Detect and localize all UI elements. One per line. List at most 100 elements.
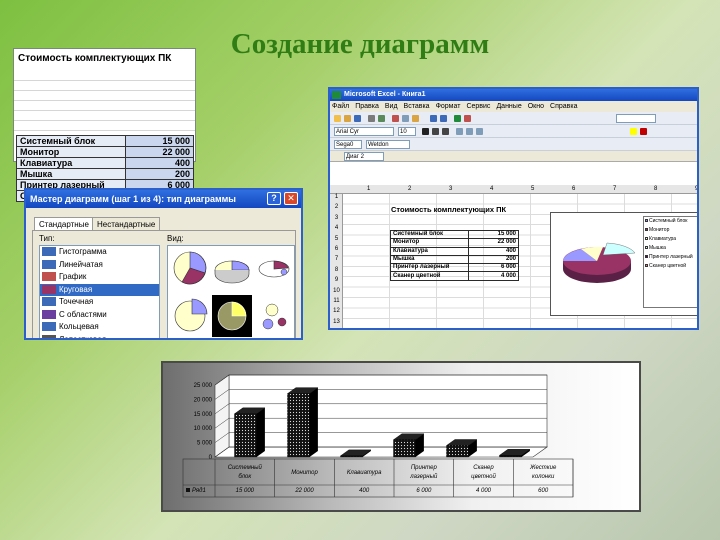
- column-header[interactable]: 6: [572, 185, 575, 194]
- align-left-icon[interactable]: [456, 128, 463, 135]
- chart-type-item[interactable]: Гистограмма: [40, 246, 159, 259]
- font-name-2-field[interactable]: Sega0: [334, 140, 362, 149]
- row-header[interactable]: 2: [330, 204, 343, 210]
- embedded-pie-chart[interactable]: Системный блок Монитор Клавиатура Мышка Прин…: [550, 212, 697, 316]
- fill-color-icon[interactable]: [630, 128, 637, 135]
- help-button[interactable]: ?: [267, 192, 281, 205]
- item-name: Мышка: [16, 168, 126, 180]
- legend-swatch: [645, 228, 648, 231]
- chart-type-label: С областями: [59, 309, 107, 319]
- menu-item[interactable]: Справка: [550, 103, 577, 110]
- open-folder-icon[interactable]: [344, 115, 351, 122]
- column-header[interactable]: 5: [531, 185, 534, 194]
- menu-item[interactable]: Окно: [528, 103, 544, 110]
- row-header[interactable]: 3: [330, 215, 343, 221]
- chart-type-item[interactable]: Кольцевая: [40, 321, 159, 334]
- legend-entry: Системный блок: [645, 218, 696, 224]
- chart-subtype-grid[interactable]: [167, 245, 295, 338]
- row-header[interactable]: 5: [330, 236, 343, 242]
- row-header[interactable]: 14: [330, 329, 343, 330]
- chart-type-item[interactable]: Круговая: [40, 283, 159, 296]
- copy-icon[interactable]: [402, 115, 409, 122]
- cell-value[interactable]: 22 000: [468, 238, 519, 248]
- font-color-icon[interactable]: [640, 128, 647, 135]
- row-header[interactable]: 6: [330, 246, 343, 252]
- zoom-field[interactable]: [616, 114, 656, 123]
- menu-item[interactable]: Вставка: [404, 103, 430, 110]
- menu-item[interactable]: Файл: [332, 103, 349, 110]
- row-header[interactable]: 8: [330, 267, 343, 273]
- bold-icon[interactable]: [422, 128, 429, 135]
- column-header[interactable]: 1: [367, 185, 370, 194]
- pie-view-6[interactable]: [262, 303, 287, 330]
- paste-icon[interactable]: [412, 115, 419, 122]
- column-header[interactable]: 7: [613, 185, 616, 194]
- menu-item[interactable]: Данные: [496, 103, 521, 110]
- excel-app-icon: [332, 91, 341, 99]
- row-header[interactable]: 11: [330, 298, 343, 304]
- column-header[interactable]: 2: [408, 185, 411, 194]
- worksheet[interactable]: 123456789 1234567891011121314 Стоимость …: [330, 185, 697, 330]
- row-header[interactable]: 7: [330, 256, 343, 262]
- underline-icon[interactable]: [442, 128, 449, 135]
- row-header[interactable]: 10: [330, 288, 343, 294]
- cut-icon[interactable]: [392, 115, 399, 122]
- pie-view-3[interactable]: [258, 260, 290, 278]
- cell-name[interactable]: Принтер лазерный: [390, 263, 469, 273]
- pie-view-1[interactable]: [173, 251, 207, 285]
- align-center-icon[interactable]: [466, 128, 473, 135]
- cell-value[interactable]: 15 000: [468, 229, 519, 240]
- column-header[interactable]: 4: [490, 185, 493, 194]
- tab-standard[interactable]: Стандартные: [34, 217, 94, 231]
- row-header[interactable]: 4: [330, 225, 343, 231]
- cell-name[interactable]: Системный блок: [390, 229, 469, 240]
- cell-value[interactable]: 6 000: [468, 263, 519, 273]
- pie-view-5-selected[interactable]: [212, 295, 252, 337]
- menu-item[interactable]: Вид: [385, 103, 398, 110]
- chart-type-item[interactable]: Лепестковая: [40, 334, 159, 338]
- column-header[interactable]: 9: [695, 185, 697, 194]
- cell-value[interactable]: 4 000: [468, 271, 519, 281]
- redo-icon[interactable]: [440, 115, 447, 122]
- chart-type-item[interactable]: Линейчатая: [40, 259, 159, 272]
- close-button[interactable]: ✕: [284, 192, 298, 205]
- column-header[interactable]: 3: [449, 185, 452, 194]
- cell-value[interactable]: 200: [468, 254, 519, 265]
- autosum-icon[interactable]: [454, 115, 461, 122]
- italic-icon[interactable]: [432, 128, 439, 135]
- chart-type-item[interactable]: Точечная: [40, 296, 159, 309]
- new-file-icon[interactable]: [334, 115, 341, 122]
- tab-custom[interactable]: Нестандартные: [92, 217, 161, 231]
- font-size-field[interactable]: 10: [398, 127, 416, 136]
- menu-item[interactable]: Правка: [355, 103, 379, 110]
- cell-grid[interactable]: Стоимость комплектующих ПК Системный бло…: [343, 194, 697, 328]
- align-right-icon[interactable]: [476, 128, 483, 135]
- cell-name[interactable]: Мышка: [390, 254, 469, 265]
- save-icon[interactable]: [354, 115, 361, 122]
- chart-type-list[interactable]: Гистограмма Линейчатая График Круговая Точеч…: [39, 245, 160, 338]
- row-header[interactable]: 12: [330, 308, 343, 314]
- row-header[interactable]: 13: [330, 319, 343, 325]
- undo-icon[interactable]: [430, 115, 437, 122]
- preview-icon[interactable]: [378, 115, 385, 122]
- row-header[interactable]: 9: [330, 277, 343, 283]
- item-cost: 15 000: [125, 135, 194, 147]
- row-header[interactable]: 1: [330, 194, 343, 200]
- cell-value[interactable]: 400: [468, 246, 519, 256]
- print-icon[interactable]: [368, 115, 375, 122]
- font-name-3-field[interactable]: Wetdon: [366, 140, 410, 149]
- chart-type-item[interactable]: График: [40, 271, 159, 284]
- column-header[interactable]: 8: [654, 185, 657, 194]
- pie-view-2[interactable]: [214, 260, 250, 284]
- chart-type-item[interactable]: С областями: [40, 309, 159, 322]
- cell-name[interactable]: Сканер цветной: [390, 271, 469, 281]
- category-label: Принтер: [411, 465, 438, 471]
- cell-name[interactable]: Монитор: [390, 238, 469, 248]
- name-box[interactable]: Диаг 2: [344, 152, 384, 161]
- pie-view-4[interactable]: [174, 298, 208, 332]
- menu-item[interactable]: Формат: [436, 103, 461, 110]
- menu-item[interactable]: Сервис: [466, 103, 490, 110]
- chart-wizard-icon[interactable]: [464, 115, 471, 122]
- font-name-field[interactable]: Arial Cyr: [334, 127, 394, 136]
- cell-name[interactable]: Клавиатура: [390, 246, 469, 256]
